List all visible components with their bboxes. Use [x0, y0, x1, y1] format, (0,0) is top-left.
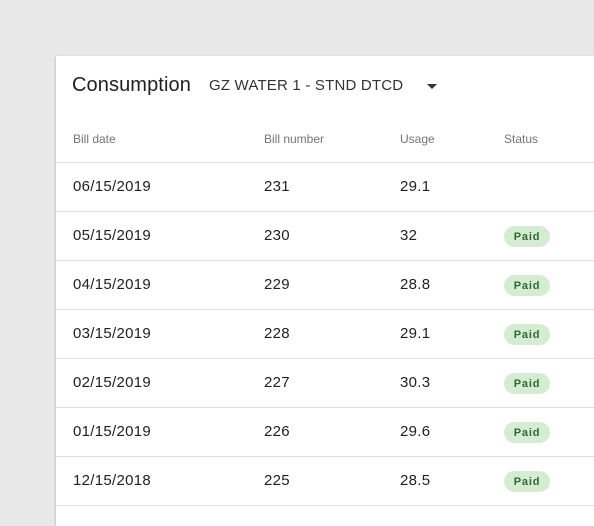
- bill-number-cell: 229: [264, 276, 290, 293]
- bill-date-cell: 06/15/2019: [73, 178, 152, 195]
- meter-select-value: GZ WATER 1 - STND DTCD: [208, 76, 404, 94]
- caret-down-icon[interactable]: [427, 83, 438, 89]
- table-row[interactable]: 02/15/2019 227 30.3 Paid: [56, 359, 594, 408]
- usage-cell: 30.3: [400, 374, 431, 391]
- usage-cell: 29.1: [400, 178, 431, 195]
- usage-cell: 28.8: [400, 276, 431, 293]
- bill-date-cell: 05/15/2019: [73, 227, 152, 244]
- status-badge: Paid: [504, 324, 550, 345]
- status-badge: Paid: [504, 226, 550, 247]
- table-row[interactable]: 12/15/2018 225 28.5 Paid: [56, 457, 594, 506]
- table-row[interactable]: 04/15/2019 229 28.8 Paid: [56, 261, 594, 310]
- column-header-bill-date[interactable]: Bill date: [73, 132, 116, 146]
- usage-cell: 28.5: [400, 472, 431, 489]
- status-badge: Paid: [504, 422, 550, 443]
- table-row[interactable]: 05/15/2019 230 32 Paid: [56, 212, 594, 261]
- status-badge: Paid: [504, 275, 550, 296]
- meter-select[interactable]: GZ WATER 1 - STND DTCD: [208, 76, 438, 94]
- consumption-card: Consumption GZ WATER 1 - STND DTCD Bill …: [56, 56, 594, 526]
- usage-cell: 29.1: [400, 325, 431, 342]
- table-header: Bill date Bill number Usage Status: [56, 118, 594, 163]
- card-title: Consumption: [72, 73, 191, 96]
- bill-date-cell: 02/15/2019: [73, 374, 152, 391]
- bill-date-cell: 01/15/2019: [73, 423, 152, 440]
- bill-number-cell: 228: [264, 325, 290, 342]
- bill-number-cell: 230: [264, 227, 290, 244]
- column-header-bill-number[interactable]: Bill number: [264, 132, 324, 146]
- bill-date-cell: 03/15/2019: [73, 325, 152, 342]
- usage-cell: 29.6: [400, 423, 431, 440]
- bill-number-cell: 226: [264, 423, 290, 440]
- table-row[interactable]: 03/15/2019 228 29.1 Paid: [56, 310, 594, 359]
- bill-number-cell: 227: [264, 374, 290, 391]
- bill-date-cell: 04/15/2019: [73, 276, 152, 293]
- column-header-usage[interactable]: Usage: [400, 132, 435, 146]
- usage-cell: 32: [400, 227, 418, 244]
- table-row[interactable]: 06/15/2019 231 29.1: [56, 163, 594, 212]
- column-header-status[interactable]: Status: [504, 132, 538, 146]
- table-row[interactable]: 01/15/2019 226 29.6 Paid: [56, 408, 594, 457]
- card-header: Consumption GZ WATER 1 - STND DTCD: [72, 72, 438, 98]
- status-badge: Paid: [504, 471, 550, 492]
- bill-number-cell: 231: [264, 178, 290, 195]
- bill-number-cell: 225: [264, 472, 290, 489]
- bill-date-cell: 12/15/2018: [73, 472, 152, 489]
- status-badge: Paid: [504, 373, 550, 394]
